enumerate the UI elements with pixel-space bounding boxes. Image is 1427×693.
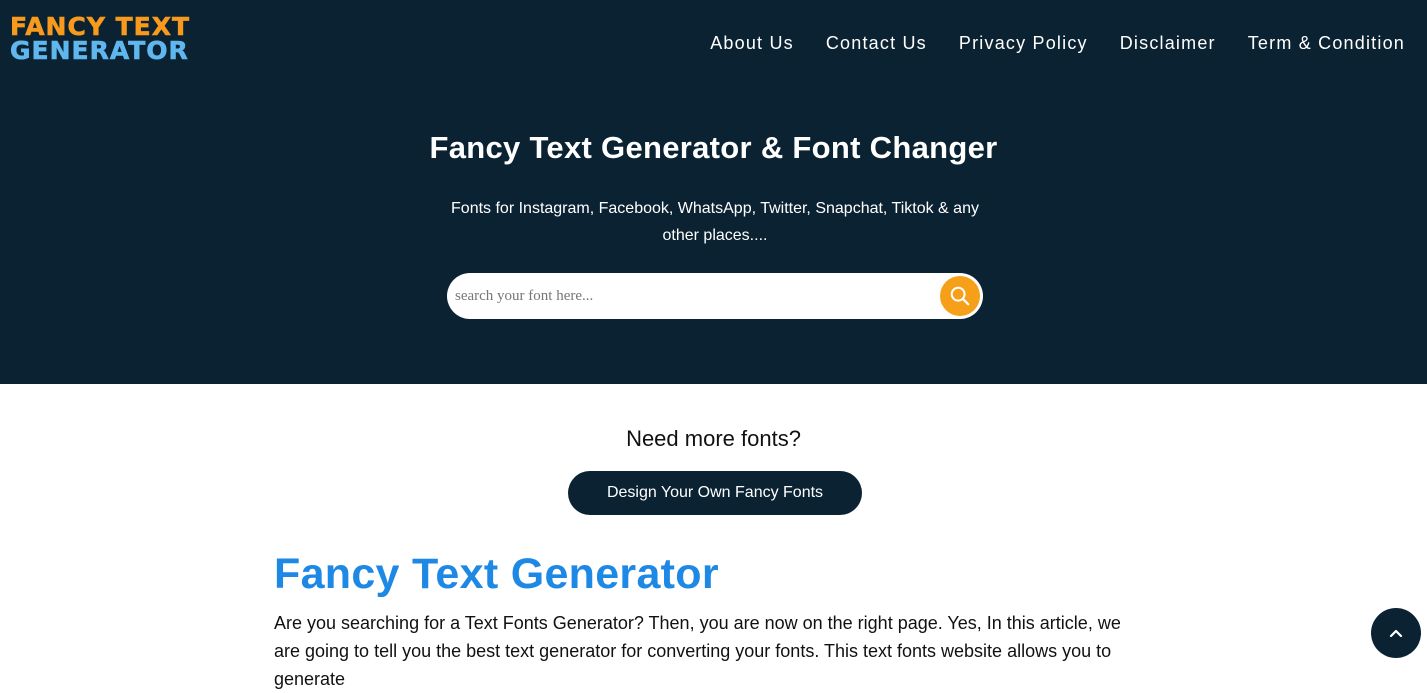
nav-contact-us[interactable]: Contact Us [826,33,927,54]
nav-disclaimer[interactable]: Disclaimer [1120,33,1216,54]
need-more-fonts-text: Need more fonts? [626,426,801,451]
scroll-to-top-button[interactable] [1371,608,1421,658]
logo-line-2: GENERATOR [10,36,189,65]
nav-about-us[interactable]: About Us [710,33,794,54]
main-nav: About Us Contact Us Privacy Policy Discl… [678,33,1405,54]
nav-privacy-policy[interactable]: Privacy Policy [959,33,1088,54]
hero-title: Fancy Text Generator & Font Changer [429,130,998,165]
search-icon [950,286,970,306]
chevron-up-icon [1389,629,1403,638]
site-logo[interactable]: FANCY TEXT GENERATOR [10,14,210,66]
article-title: Fancy Text Generator [274,550,719,598]
design-fonts-button[interactable]: Design Your Own Fancy Fonts [568,471,862,515]
search-input[interactable] [455,273,935,319]
article-paragraph: Are you searching for a Text Fonts Gener… [274,613,1121,689]
search-button[interactable] [940,276,980,316]
hero-header: FANCY TEXT GENERATOR About Us Contact Us… [0,0,1427,384]
hero-subtitle: Fonts for Instagram, Facebook, WhatsApp,… [451,200,979,244]
nav-term-condition[interactable]: Term & Condition [1248,33,1405,54]
search-bar [447,273,983,319]
